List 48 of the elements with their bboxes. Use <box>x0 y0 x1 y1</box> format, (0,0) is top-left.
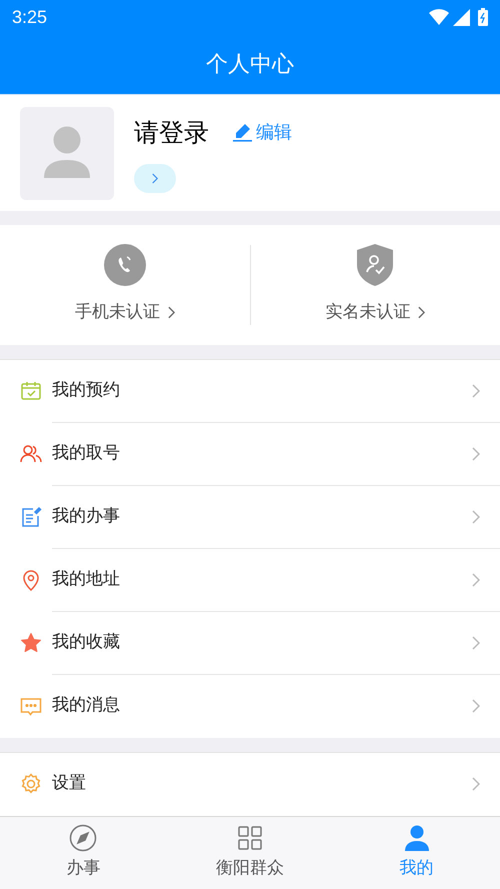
chevron-right-icon <box>472 384 480 398</box>
calendar-icon <box>20 380 42 402</box>
menu-label: 我的取号 <box>52 442 121 465</box>
menu-label: 我的预约 <box>52 378 121 402</box>
verification-label: 手机未认证 <box>74 301 160 324</box>
verification-item[interactable]: 实名未认证 <box>250 244 500 326</box>
menu-item[interactable]: 我的取号 <box>0 422 500 486</box>
verification-label: 实名未认证 <box>325 301 410 324</box>
shield-user-icon <box>356 244 394 286</box>
wifi-icon <box>429 9 449 25</box>
chevron-right-icon <box>472 636 480 650</box>
chevron-right-icon <box>168 306 175 320</box>
menu-label: 我的消息 <box>52 694 121 718</box>
chevron-right-icon <box>472 510 480 524</box>
chevron-right-icon <box>152 172 158 184</box>
menu-label: 设置 <box>52 772 87 796</box>
chevron-right-icon <box>418 306 426 320</box>
phone-icon <box>104 244 146 286</box>
user-silhouette-icon <box>44 126 90 180</box>
menu-label: 我的办事 <box>52 504 121 528</box>
menu-item[interactable]: 设置 <box>0 752 500 816</box>
menu-label: 我的收藏 <box>52 630 121 654</box>
note-icon <box>20 506 42 528</box>
menu-item[interactable]: 我的收藏 <box>0 612 500 675</box>
settings-icon <box>20 773 42 796</box>
menu-item[interactable]: 我的消息 <box>0 674 500 738</box>
chevron-right-icon <box>472 699 480 714</box>
chevron-right-icon <box>472 777 480 792</box>
profile-arrow-button[interactable] <box>134 164 176 193</box>
menu-item[interactable]: 我的办事 <box>0 486 500 549</box>
menu-item[interactable]: 我的地址 <box>0 548 500 612</box>
chevron-right-icon <box>472 446 480 461</box>
compass-icon <box>69 824 98 852</box>
signal-icon <box>453 8 470 26</box>
page-title: 个人中心 <box>206 50 294 79</box>
star-icon <box>20 632 42 654</box>
person-icon <box>402 824 431 852</box>
login-prompt[interactable]: 请登录 <box>134 114 209 152</box>
menu-item[interactable]: 我的预约 <box>0 360 500 423</box>
menu-label: 我的地址 <box>52 568 121 591</box>
tab-bar-item[interactable]: 衡阳群众 <box>166 816 334 889</box>
verification-item[interactable]: 手机未认证 <box>0 244 250 326</box>
pencil-icon <box>233 123 252 142</box>
status-time: 3:25 <box>12 6 48 28</box>
chevron-right-icon <box>472 572 480 587</box>
tab-bar-item[interactable]: 办事 <box>0 816 167 889</box>
grid-icon <box>236 824 264 852</box>
battery-icon <box>478 8 488 26</box>
